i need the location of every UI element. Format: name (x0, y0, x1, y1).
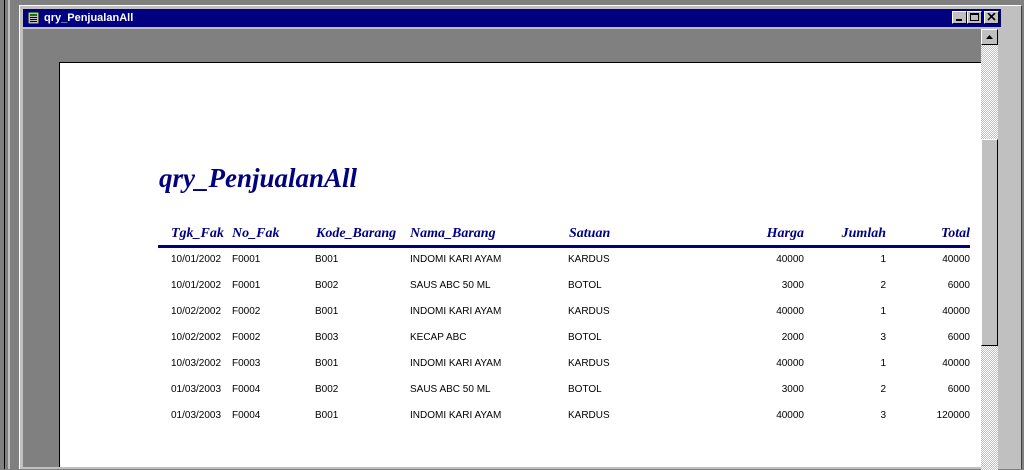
cell-total: 6000 (947, 384, 970, 395)
close-button[interactable] (984, 11, 999, 24)
cell-total: 6000 (947, 332, 970, 343)
cell-nama-barang: SAUS ABC 50 ML (410, 280, 491, 291)
column-header-kode-barang: Kode_Barang (316, 226, 397, 241)
cell-tgk-fak: 01/03/2003 (171, 410, 222, 421)
column-header-satuan: Satuan (569, 226, 611, 241)
cell-harga: 2000 (781, 332, 804, 343)
scroll-up-button[interactable] (981, 29, 998, 45)
cell-harga: 40000 (776, 306, 804, 317)
cell-jumlah: 2 (880, 280, 886, 291)
cell-jumlah: 1 (880, 358, 886, 369)
column-header-total: Total (940, 226, 970, 241)
cell-satuan: KARDUS (568, 410, 610, 421)
cell-tgk-fak: 10/02/2002 (171, 306, 222, 317)
cell-total: 40000 (942, 358, 970, 369)
cell-tgk-fak: 01/03/2003 (171, 384, 222, 395)
cell-no-fak: F0002 (232, 306, 261, 317)
cell-no-fak: F0004 (232, 410, 261, 421)
title-bar[interactable]: qry_PenjualanAll (23, 9, 1001, 27)
cell-tgk-fak: 10/02/2002 (171, 332, 222, 343)
cell-no-fak: F0001 (232, 254, 261, 265)
arrow-up-icon (986, 35, 993, 39)
cell-tgk-fak: 10/03/2002 (171, 358, 222, 369)
cell-harga: 3000 (781, 280, 804, 291)
column-header-tgk-fak: Tgk_Fak (171, 226, 224, 241)
cell-satuan: KARDUS (568, 254, 610, 265)
cell-nama-barang: INDOMI KARI AYAM (410, 358, 502, 369)
window-title: qry_PenjualanAll (44, 12, 134, 24)
cell-nama-barang: KECAP ABC (410, 332, 467, 343)
cell-kode-barang: B003 (315, 332, 339, 343)
report-window: qry_PenjualanAll qry_PenjualanAll Tgk_Fa… (19, 5, 1022, 470)
minimize-icon (956, 19, 962, 21)
cell-total: 40000 (942, 254, 970, 265)
cell-satuan: KARDUS (568, 358, 610, 369)
background-window-edge (0, 0, 19, 469)
cell-tgk-fak: 10/01/2002 (171, 254, 222, 265)
window-edge-bevel (8, 0, 10, 469)
cell-satuan: BOTOL (568, 280, 602, 291)
header-rule (158, 245, 970, 248)
cell-kode-barang: B002 (315, 384, 339, 395)
cell-jumlah: 3 (880, 410, 886, 421)
cell-nama-barang: INDOMI KARI AYAM (410, 254, 502, 265)
report-icon[interactable] (28, 12, 39, 24)
cell-total: 40000 (942, 306, 970, 317)
cell-kode-barang: B002 (315, 280, 339, 291)
maximize-icon (970, 13, 979, 21)
cell-kode-barang: B001 (315, 306, 339, 317)
cell-kode-barang: B001 (315, 254, 339, 265)
maximize-button[interactable] (967, 11, 982, 24)
cell-no-fak: F0004 (232, 384, 261, 395)
report-preview-area[interactable]: qry_PenjualanAll Tgk_Fak No_Fak Kode_Bar… (23, 29, 981, 467)
cell-harga: 40000 (776, 358, 804, 369)
cell-jumlah: 1 (880, 306, 886, 317)
column-header-nama-barang: Nama_Barang (410, 226, 496, 241)
cell-jumlah: 2 (880, 384, 886, 395)
report-title: qry_PenjualanAll (159, 163, 358, 193)
close-icon (987, 13, 996, 21)
cell-satuan: KARDUS (568, 306, 610, 317)
scroll-thumb[interactable] (981, 139, 998, 346)
cell-satuan: BOTOL (568, 384, 602, 395)
cell-satuan: BOTOL (568, 332, 602, 343)
cell-harga: 40000 (776, 254, 804, 265)
cell-harga: 40000 (776, 410, 804, 421)
minimize-button[interactable] (952, 11, 967, 24)
cell-total: 120000 (936, 410, 970, 421)
cell-tgk-fak: 10/01/2002 (171, 280, 222, 291)
report-page: qry_PenjualanAll Tgk_Fak No_Fak Kode_Bar… (59, 62, 981, 467)
cell-harga: 3000 (781, 384, 804, 395)
cell-kode-barang: B001 (315, 358, 339, 369)
column-header-harga: Harga (766, 226, 804, 241)
vertical-scrollbar[interactable] (981, 29, 998, 470)
cell-no-fak: F0002 (232, 332, 261, 343)
cell-no-fak: F0001 (232, 280, 261, 291)
cell-kode-barang: B001 (315, 410, 339, 421)
cell-total: 6000 (947, 280, 970, 291)
window-edge-line (4, 0, 5, 469)
column-header-no-fak: No_Fak (232, 226, 280, 241)
column-header-jumlah: Jumlah (841, 226, 886, 241)
cell-no-fak: F0003 (232, 358, 261, 369)
cell-nama-barang: SAUS ABC 50 ML (410, 384, 491, 395)
cell-jumlah: 3 (880, 332, 886, 343)
cell-nama-barang: INDOMI KARI AYAM (410, 306, 502, 317)
cell-jumlah: 1 (880, 254, 886, 265)
cell-nama-barang: INDOMI KARI AYAM (410, 410, 502, 421)
